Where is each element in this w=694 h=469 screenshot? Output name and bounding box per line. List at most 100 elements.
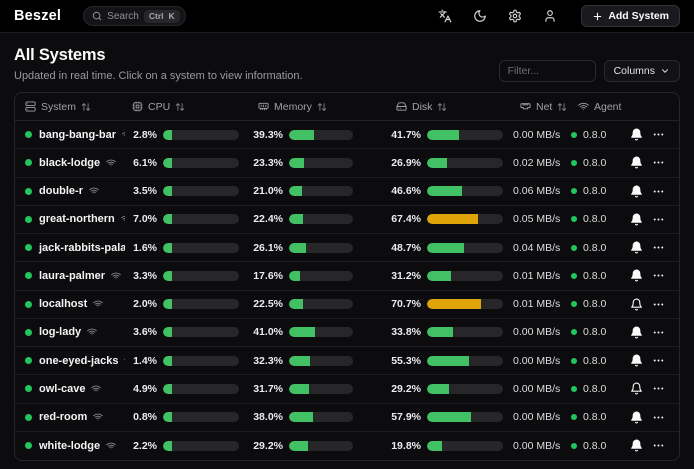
column-header-cpu[interactable]: CPU [125,101,251,113]
memory-cell: 26.1% [251,242,389,254]
app-logo[interactable]: Beszel [14,8,61,24]
disk-cell: 57.9% [389,411,513,423]
status-dot [25,188,32,195]
system-cell: black-lodge [25,157,125,169]
memory-value: 26.1% [251,242,283,254]
top-nav: Beszel Search CtrlK [0,0,694,33]
agent-version: 0.8.0 [583,298,606,310]
alerts-bell-button[interactable] [625,152,647,174]
net-value: 0.05 MB/s [513,213,571,225]
bell-filled-icon [630,241,643,254]
alerts-bell-button[interactable] [625,180,647,202]
agent-cell: 0.8.0 [571,242,625,254]
column-header-system[interactable]: System [25,101,125,113]
row-actions-button[interactable] [647,293,669,315]
alerts-bell-button[interactable] [625,350,647,372]
row-actions-button[interactable] [647,435,669,457]
language-switcher-button[interactable] [436,7,454,25]
filter-input[interactable] [499,60,596,82]
columns-dropdown-button[interactable]: Columns [604,60,680,82]
table-row[interactable]: log-lady3.6%41.0%33.8%0.00 MB/s0.8.0 [15,319,679,347]
memory-value: 32.3% [251,355,283,367]
row-actions-button[interactable] [647,208,669,230]
ellipsis-icon [652,185,665,198]
disk-bar [427,356,503,366]
table-row[interactable]: bang-bang-bar2.8%39.3%41.7%0.00 MB/s0.8.… [15,121,679,149]
row-actions-button[interactable] [647,321,669,343]
row-actions-button[interactable] [647,265,669,287]
alerts-bell-button[interactable] [625,293,647,315]
alerts-bell-button[interactable] [625,124,647,146]
column-header-memory[interactable]: Memory [251,101,389,113]
page-title: All Systems [14,46,303,65]
global-search-button[interactable]: Search CtrlK [83,6,185,26]
add-system-button[interactable]: Add System [581,5,680,27]
row-actions-button[interactable] [647,124,669,146]
table-row[interactable]: localhost2.0%22.5%70.7%0.01 MB/s0.8.0 [15,291,679,319]
memory-value: 17.6% [251,270,283,282]
cpu-cell: 3.6% [125,326,251,338]
row-actions-button[interactable] [647,378,669,400]
net-value: 0.04 MB/s [513,242,571,254]
column-header-disk[interactable]: Disk [389,101,513,113]
table-row[interactable]: white-lodge2.2%29.2%19.8%0.00 MB/s0.8.0 [15,432,679,460]
search-icon [92,11,102,21]
ellipsis-icon [652,241,665,254]
theme-toggle-button[interactable] [471,7,489,25]
user-account-button[interactable] [541,7,559,25]
system-name: bang-bang-bar [39,129,116,141]
memory-bar [289,243,353,253]
row-actions-button[interactable] [647,180,669,202]
cpu-bar [163,327,239,337]
bell-filled-icon [630,269,643,282]
table-row[interactable]: double-r3.5%21.0%46.6%0.06 MB/s0.8.0 [15,178,679,206]
agent-version: 0.8.0 [583,326,606,338]
cpu-cell: 7.0% [125,213,251,225]
agent-status-dot [571,273,577,279]
disk-value: 70.7% [389,298,421,310]
row-actions-button[interactable] [647,406,669,428]
table-row[interactable]: black-lodge6.1%23.3%26.9%0.02 MB/s0.8.0 [15,149,679,177]
cpu-bar [163,243,239,253]
column-header-net[interactable]: Net [513,101,571,113]
sort-icon [437,102,447,112]
agent-cell: 0.8.0 [571,326,625,338]
table-row[interactable]: jack-rabbits-palace1.6%26.1%48.7%0.04 MB… [15,234,679,262]
table-row[interactable]: laura-palmer3.3%17.6%31.2%0.01 MB/s0.8.0 [15,262,679,290]
alerts-bell-button[interactable] [625,265,647,287]
agent-version: 0.8.0 [583,411,606,423]
alerts-bell-button[interactable] [625,378,647,400]
row-actions-button[interactable] [647,237,669,259]
cpu-cell: 4.9% [125,383,251,395]
memory-bar [289,441,353,451]
alerts-bell-button[interactable] [625,208,647,230]
disk-value: 46.6% [389,185,421,197]
row-actions-button[interactable] [647,152,669,174]
table-row[interactable]: one-eyed-jacks1.4%32.3%55.3%0.00 MB/s0.8… [15,347,679,375]
memory-cell: 29.2% [251,440,389,452]
agent-status-dot [571,386,577,392]
agent-status-dot [571,245,577,251]
table-row[interactable]: red-room0.8%38.0%57.9%0.00 MB/s0.8.0 [15,404,679,432]
system-name: black-lodge [39,157,100,169]
system-name: white-lodge [39,440,100,452]
table-row[interactable]: great-northern7.0%22.4%67.4%0.05 MB/s0.8… [15,206,679,234]
alerts-bell-button[interactable] [625,237,647,259]
row-actions-button[interactable] [647,350,669,372]
cpu-value: 2.2% [125,440,157,452]
settings-button[interactable] [506,7,524,25]
alerts-bell-button[interactable] [625,406,647,428]
chevron-down-icon [660,66,670,76]
sort-icon [81,102,91,112]
table-row[interactable]: owl-cave4.9%31.7%29.2%0.00 MB/s0.8.0 [15,375,679,403]
alerts-bell-button[interactable] [625,435,647,457]
cpu-bar [163,271,239,281]
agent-version: 0.8.0 [583,157,606,169]
agent-status-dot [571,358,577,364]
alerts-bell-button[interactable] [625,321,647,343]
cpu-cell: 6.1% [125,157,251,169]
column-label: Memory [274,101,312,113]
agent-status-dot [571,216,577,222]
disk-bar [427,299,503,309]
bell-filled-icon [630,439,643,452]
